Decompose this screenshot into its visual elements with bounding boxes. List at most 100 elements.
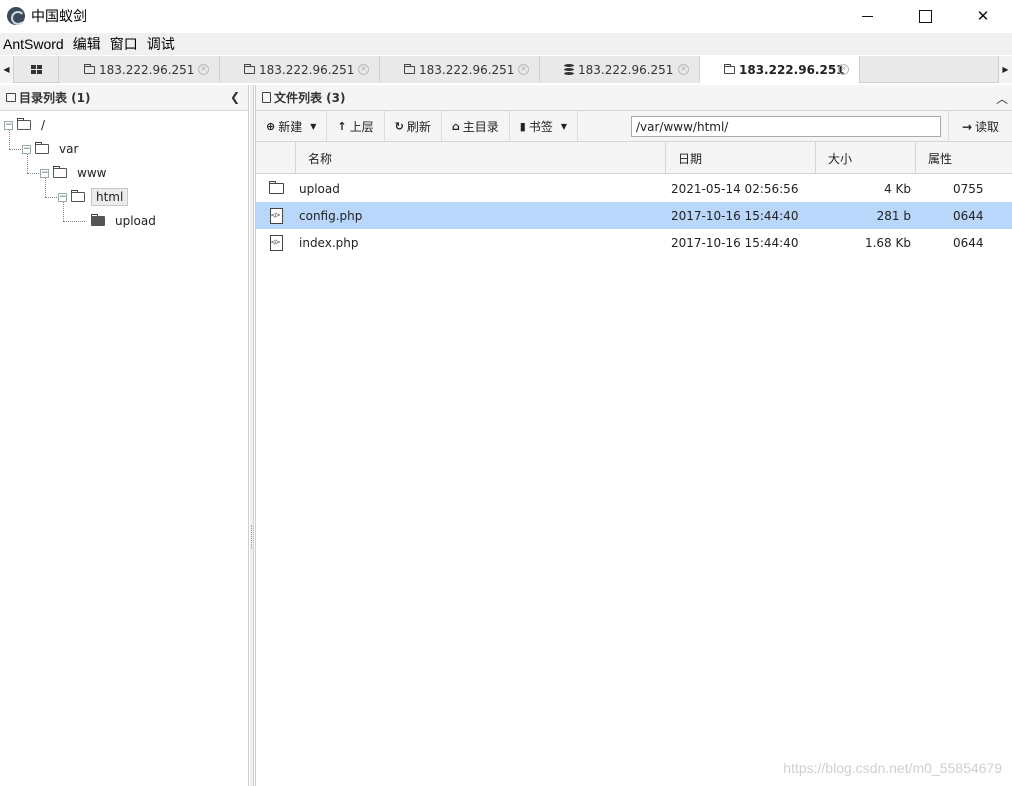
tree-line <box>45 197 59 198</box>
tree-node-html[interactable]: − html <box>58 187 129 207</box>
read-button[interactable]: → 读取 <box>948 111 1012 142</box>
new-button-label: 新建 <box>278 119 303 134</box>
row-icon-cell <box>256 207 296 224</box>
tab-scroll-right-button[interactable]: ▶ <box>998 56 1012 83</box>
window-title: 中国蚁剑 <box>31 9 87 25</box>
maximize-button[interactable] <box>896 0 954 32</box>
tab-close-icon[interactable]: ✕ <box>358 64 369 75</box>
file-panel: 文件列表 (3) ︿ ⊕ 新建 ▼ ↑ 上层 ↻ 刷新 ⌂ 主目录 ▮ 书签 ▼… <box>255 85 1012 786</box>
tree-line <box>63 221 85 222</box>
tab-shell-3[interactable]: 183.222.96.251 ✕ <box>380 56 540 83</box>
file-row-upload[interactable]: upload 2021-05-14 02:56:56 4 Kb 0755 <box>256 175 1012 202</box>
tab-label: 183.222.96.251 <box>739 63 845 77</box>
tree-node-label: html <box>91 188 129 206</box>
grid-icon <box>31 65 42 74</box>
tree-line <box>9 149 23 150</box>
tab-close-icon[interactable]: ✕ <box>838 64 849 75</box>
tab-close-icon[interactable]: ✕ <box>198 64 209 75</box>
watermark: https://blog.csdn.net/m0_55854679 <box>783 760 1002 776</box>
window-controls <box>838 0 1012 32</box>
directory-panel-title: 目录列表 (1) <box>19 91 91 105</box>
tab-label: 183.222.96.251 <box>419 62 515 77</box>
tab-shell-4[interactable]: 183.222.96.251 ✕ <box>540 56 700 83</box>
tree-node-www[interactable]: − www <box>40 163 110 183</box>
panel-splitter[interactable] <box>250 85 254 786</box>
tab-label: 183.222.96.251 <box>578 62 674 77</box>
up-button-label: 上层 <box>349 119 374 134</box>
menu-edit[interactable]: 编辑 <box>70 34 107 54</box>
tab-close-icon[interactable]: ✕ <box>678 64 689 75</box>
folder-icon <box>71 190 85 202</box>
file-outline-icon <box>262 92 271 103</box>
collapse-up-icon[interactable]: ︿ <box>996 90 1008 107</box>
refresh-button-label: 刷新 <box>406 119 431 134</box>
folder-icon <box>404 63 415 74</box>
close-window-button[interactable] <box>954 0 1012 32</box>
row-icon-cell <box>256 234 296 251</box>
collapse-left-icon[interactable]: ❮ <box>230 90 240 104</box>
file-attr: 0644 <box>953 235 984 250</box>
tree-collapse-icon[interactable]: − <box>22 144 31 154</box>
header-size[interactable]: 大小 <box>816 142 916 174</box>
minimize-button[interactable] <box>838 0 896 32</box>
title-bar: 中国蚁剑 <box>0 0 1012 32</box>
refresh-icon: ↻ <box>394 119 404 133</box>
read-button-label: 读取 <box>975 120 1000 134</box>
folder-icon <box>53 166 67 178</box>
tab-shell-1[interactable]: 183.222.96.251 ✕ <box>60 56 220 83</box>
tree-line <box>27 173 41 174</box>
home-button-label: 主目录 <box>462 119 499 134</box>
header-attr[interactable]: 属性 <box>916 142 1012 174</box>
menu-antsword[interactable]: AntSword <box>0 36 70 52</box>
file-row-index-php[interactable]: index.php 2017-10-16 15:44:40 1.68 Kb 06… <box>256 229 1012 256</box>
path-input[interactable] <box>631 116 941 137</box>
code-file-icon <box>269 207 283 224</box>
file-panel-header: 文件列表 (3) ︿ <box>256 85 1012 111</box>
chevron-down-icon: ▼ <box>310 121 317 131</box>
tree-node-label: upload <box>115 214 156 228</box>
folder-filled-icon <box>91 214 105 226</box>
tree-collapse-icon[interactable]: − <box>40 168 49 178</box>
arrow-up-icon: ↑ <box>337 119 347 133</box>
chevron-down-icon: ▼ <box>560 121 567 131</box>
tab-close-icon[interactable]: ✕ <box>518 64 529 75</box>
tree-node-upload[interactable]: upload <box>91 211 160 231</box>
file-date: 2017-10-16 15:44:40 <box>671 208 799 223</box>
bookmark-button[interactable]: ▮ 书签 ▼ <box>510 110 578 142</box>
new-button[interactable]: ⊕ 新建 ▼ <box>256 110 328 142</box>
file-size: 281 b <box>876 208 911 223</box>
refresh-button[interactable]: ↻ 刷新 <box>385 110 442 142</box>
file-name: upload <box>299 181 340 196</box>
directory-panel: 目录列表 (1) ❮ − / − var − www − html upload <box>0 85 249 786</box>
row-icon-cell <box>256 181 296 194</box>
tab-scroll-left-button[interactable]: ◀ <box>0 56 14 83</box>
tab-shell-5-active[interactable]: 183.222.96.251 ✕ <box>700 56 860 84</box>
tab-label: 183.222.96.251 <box>259 62 355 77</box>
home-button[interactable]: ⌂ 主目录 <box>442 110 510 142</box>
code-file-icon <box>269 234 283 251</box>
tree-node-label: www <box>77 166 107 180</box>
file-name: config.php <box>299 208 363 223</box>
bookmark-icon: ▮ <box>519 119 526 133</box>
menu-debug[interactable]: 调试 <box>144 34 181 54</box>
header-name[interactable]: 名称 <box>296 142 666 174</box>
file-attr: 0644 <box>953 208 984 223</box>
header-date[interactable]: 日期 <box>666 142 816 174</box>
up-button[interactable]: ↑ 上层 <box>327 110 385 142</box>
file-row-config-php[interactable]: config.php 2017-10-16 15:44:40 281 b 064… <box>256 202 1012 229</box>
tree-collapse-icon[interactable]: − <box>4 120 13 130</box>
tab-shell-2[interactable]: 183.222.96.251 ✕ <box>220 56 380 83</box>
tree-collapse-icon[interactable]: − <box>58 192 67 202</box>
tab-bar: ◀ 183.222.96.251 ✕ 183.222.96.251 ✕ 183.… <box>0 56 1012 84</box>
bookmark-button-label: 书签 <box>528 119 553 134</box>
header-icon-column <box>256 142 296 174</box>
folder-icon <box>84 63 95 74</box>
tree-node-label: / <box>41 118 46 132</box>
tree-node-root[interactable]: − / <box>4 115 49 135</box>
menu-window[interactable]: 窗口 <box>107 34 144 54</box>
directory-tree: − / − var − www − html upload <box>0 111 248 781</box>
tree-node-var[interactable]: − var <box>22 139 82 159</box>
antsword-logo-icon <box>7 7 25 25</box>
folder-icon <box>724 64 735 74</box>
tab-home-grid[interactable] <box>15 56 59 83</box>
